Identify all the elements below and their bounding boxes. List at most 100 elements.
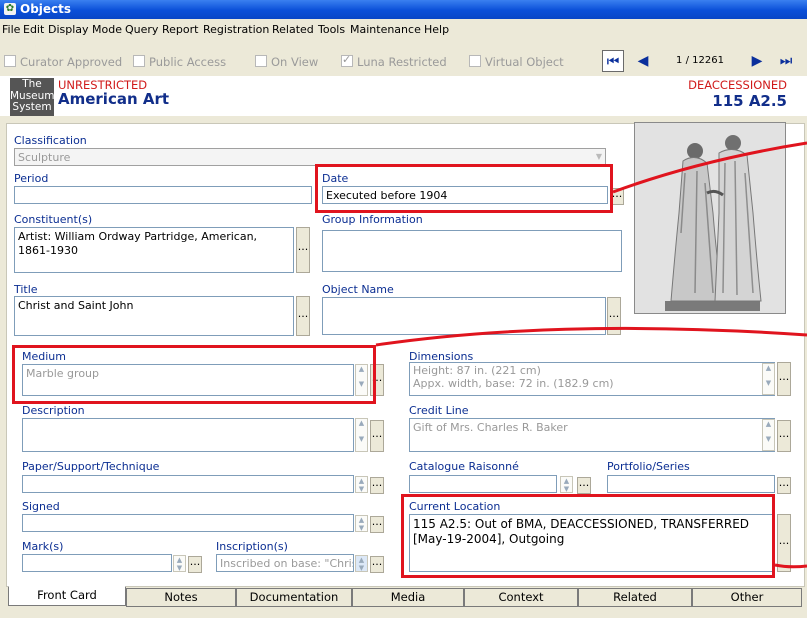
catalogue-more-button[interactable]: ... — [577, 477, 591, 494]
description-field[interactable] — [22, 418, 354, 452]
tab-context[interactable]: Context — [464, 588, 578, 607]
inscriptions-field[interactable]: Inscribed on base: "Christ — [216, 554, 354, 572]
flag-label: Curator Approved — [20, 55, 123, 69]
arrow-up-icon: ▲ — [765, 420, 772, 428]
menu-edit[interactable]: Edit — [23, 23, 44, 36]
menu-report[interactable]: Report — [162, 23, 198, 36]
record-navigator: ⏮ ◀ 1 / 12261 ▶ ⏭ — [602, 50, 805, 74]
object-status: DEACCESSIONED — [688, 78, 787, 92]
catalogue-scrollbar[interactable]: ▲ ▼ — [560, 476, 573, 493]
arrow-up-icon: ▲ — [358, 516, 365, 524]
medium-field[interactable]: Marble group — [22, 364, 354, 396]
date-field[interactable]: Executed before 1904 — [322, 186, 608, 204]
marks-field[interactable] — [22, 554, 172, 572]
first-record-icon[interactable]: ⏮ — [602, 50, 624, 72]
dimensions-line: Appx. width, base: 72 in. (182.9 cm) — [413, 377, 614, 390]
arrow-up-icon: ▲ — [176, 556, 183, 564]
title-label: Title — [14, 283, 38, 296]
flag-on-view[interactable]: On View — [255, 55, 318, 69]
arrow-down-icon: ▼ — [176, 563, 183, 572]
object-name-field[interactable] — [322, 297, 606, 335]
title-field[interactable]: Christ and Saint John — [14, 296, 294, 336]
date-more-button[interactable]: ... — [610, 188, 624, 205]
flag-virtual-object[interactable]: Virtual Object — [469, 55, 564, 69]
signed-field[interactable] — [22, 514, 354, 532]
dimensions-field[interactable]: Height: 87 in. (221 cm) Appx. width, bas… — [409, 362, 775, 396]
arrow-up-icon: ▲ — [358, 556, 365, 564]
catalogue-field[interactable] — [409, 475, 557, 493]
tab-related[interactable]: Related — [578, 588, 692, 607]
arrow-up-icon: ▲ — [358, 477, 365, 485]
flag-luna-restricted[interactable]: Luna Restricted — [341, 53, 447, 69]
signed-more-button[interactable]: ... — [370, 516, 384, 533]
tab-other[interactable]: Other — [692, 588, 802, 607]
signed-scrollbar[interactable]: ▲ ▼ — [355, 515, 368, 532]
arrow-up-icon: ▲ — [563, 477, 570, 485]
record-counter: 1 / 12261 — [676, 55, 724, 66]
credit-line-more-button[interactable]: ... — [777, 420, 791, 452]
tab-front-card[interactable]: Front Card — [8, 586, 126, 606]
medium-scrollbar[interactable]: ▲ ▼ — [355, 364, 368, 396]
paper-support-field[interactable] — [22, 475, 354, 493]
dimensions-scrollbar[interactable]: ▲ ▼ — [762, 363, 775, 395]
constituents-label: Constituent(s) — [14, 213, 93, 226]
menu-display-mode[interactable]: Display Mode — [48, 23, 122, 36]
dimensions-more-button[interactable]: ... — [777, 362, 791, 396]
inscriptions-scrollbar[interactable]: ▲ ▼ — [355, 555, 368, 572]
flag-curator-approved[interactable]: Curator Approved — [4, 55, 122, 69]
marks-scrollbar[interactable]: ▲ ▼ — [173, 555, 186, 572]
paper-support-more-button[interactable]: ... — [370, 477, 384, 494]
previous-record-icon[interactable]: ◀ — [634, 50, 652, 72]
arrow-down-icon: ▼ — [358, 435, 365, 443]
tab-media[interactable]: Media — [352, 588, 464, 607]
tab-notes[interactable]: Notes — [126, 588, 236, 607]
menu-related[interactable]: Related — [272, 23, 314, 36]
tms-logo: The Museum System — [10, 78, 55, 116]
portfolio-field[interactable] — [607, 475, 775, 493]
paper-support-scrollbar[interactable]: ▲ ▼ — [355, 476, 368, 493]
description-label: Description — [22, 404, 85, 417]
title-bar — [0, 0, 807, 19]
description-more-button[interactable]: ... — [370, 420, 384, 452]
object-photo[interactable] — [634, 122, 786, 314]
portfolio-more-button[interactable]: ... — [777, 477, 791, 494]
period-field[interactable] — [14, 186, 312, 204]
tab-documentation[interactable]: Documentation — [236, 588, 352, 607]
flag-label: Luna Restricted — [357, 55, 447, 69]
credit-line-scrollbar[interactable]: ▲ ▼ — [762, 419, 775, 451]
window-title: Objects — [20, 2, 72, 16]
checkbox-icon — [469, 55, 481, 67]
flag-public-access[interactable]: Public Access — [133, 55, 226, 69]
current-location-more-button[interactable]: ... — [777, 514, 791, 572]
arrow-down-icon: ▼ — [563, 484, 570, 493]
title-more-button[interactable]: ... — [296, 296, 310, 336]
medium-more-button[interactable]: ... — [370, 364, 384, 396]
inscriptions-more-button[interactable]: ... — [370, 556, 384, 573]
object-name-more-button[interactable]: ... — [607, 297, 621, 335]
last-record-icon[interactable]: ⏭ — [774, 50, 798, 72]
menu-maintenance[interactable]: Maintenance — [350, 23, 421, 36]
next-record-icon[interactable]: ▶ — [746, 50, 768, 72]
constituents-field[interactable]: Artist: William Ordway Partridge, Americ… — [14, 227, 294, 273]
credit-line-field[interactable]: Gift of Mrs. Charles R. Baker — [409, 418, 775, 452]
menu-registration[interactable]: Registration — [203, 23, 269, 36]
menu-file[interactable]: File — [2, 23, 20, 36]
menu-query[interactable]: Query — [125, 23, 158, 36]
menu-help[interactable]: Help — [424, 23, 449, 36]
constituents-more-button[interactable]: ... — [296, 227, 310, 273]
current-location-field[interactable]: 115 A2.5: Out of BMA, DEACCESSIONED, TRA… — [409, 514, 775, 572]
date-label: Date — [322, 172, 349, 185]
group-info-field[interactable] — [322, 230, 622, 272]
menu-tools[interactable]: Tools — [318, 23, 345, 36]
arrow-up-icon: ▲ — [358, 419, 365, 427]
department-name: American Art — [58, 90, 170, 108]
classification-select[interactable]: Sculpture ▼ — [14, 148, 606, 166]
marks-label: Mark(s) — [22, 540, 64, 553]
object-name-label: Object Name — [322, 283, 394, 296]
current-location-label: Current Location — [409, 500, 501, 513]
credit-line-label: Credit Line — [409, 404, 469, 417]
tab-bar: Front Card Notes Documentation Media Con… — [0, 586, 807, 618]
marks-more-button[interactable]: ... — [188, 556, 202, 573]
checkbox-checked-icon — [341, 53, 353, 67]
description-scrollbar[interactable]: ▲ ▼ — [355, 418, 368, 452]
